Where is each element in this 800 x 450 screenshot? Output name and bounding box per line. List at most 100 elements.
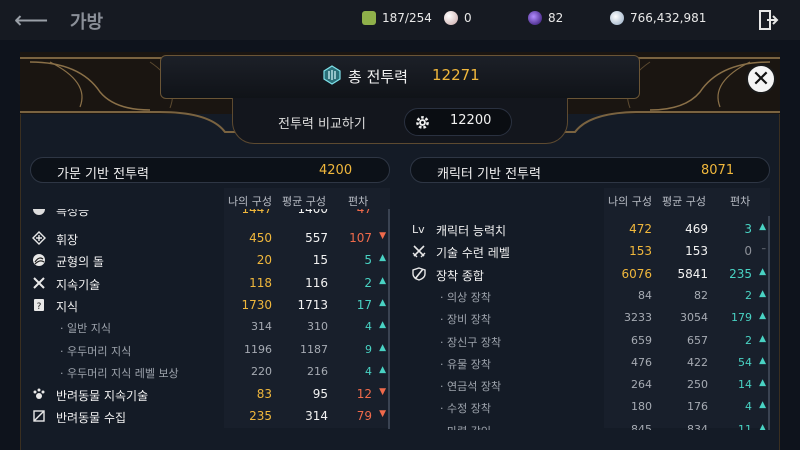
row-diff: 5 (364, 253, 372, 268)
row-my: 659 (631, 333, 652, 347)
row-my: 476 (631, 355, 652, 369)
pet-collection-icon (33, 410, 45, 423)
row-avg: 15 (312, 253, 328, 268)
row-my: 450 (249, 231, 272, 245)
table-row: Lv 캐릭터 능력치 472 469 3 ▲ (410, 218, 770, 240)
row-my: 180 (631, 400, 652, 414)
row-name: 지속기술 (56, 277, 101, 292)
row-my: 84 (638, 288, 652, 302)
row-diff: 47 (356, 209, 372, 216)
gear-icon[interactable] (414, 114, 431, 131)
crossed-swords-icon (412, 245, 426, 258)
row-my: 1730 (241, 297, 272, 312)
table-row: 휘장 450 557 107 ▼ (30, 227, 390, 249)
table-row: · 유물 장착 476 422 54 ▲ (410, 352, 770, 374)
row-avg: 116 (305, 275, 328, 290)
table-row: · 의상 장착 84 82 2 ▲ (410, 285, 770, 307)
table-row: ? 지식 1730 1713 17 ▲ (30, 294, 390, 316)
page-title: 가방 (70, 12, 104, 33)
row-diff: 17 (356, 297, 372, 312)
back-arrow-icon[interactable]: ⟵ (14, 6, 48, 34)
row-diff: 12 (356, 387, 372, 402)
row-my: 20 (256, 253, 272, 268)
row-avg: 176 (687, 400, 708, 414)
row-name: 반려동물 수집 (56, 411, 127, 426)
spirit-stone-icon (33, 254, 45, 267)
row-name: 장착 종합 (436, 268, 484, 283)
right-table[interactable]: Lv 캐릭터 능력치 472 469 3 ▲ 기술 수련 레벨 153 153 0– 장착 종합 60… (410, 216, 770, 430)
paw-icon (33, 388, 45, 400)
exit-door-icon[interactable] (757, 9, 779, 31)
row-diff: 235 (729, 266, 752, 281)
table-row: · 연금석 장착 264 250 14 ▲ (410, 374, 770, 396)
lv-icon: Lv (412, 223, 425, 236)
total-power-value: 12271 (432, 66, 480, 84)
currency-pearl[interactable]: 0 (444, 11, 472, 25)
arrow-up-icon: ▲ (759, 422, 766, 430)
right-scrollbar[interactable] (768, 216, 770, 430)
dash-icon: – (761, 244, 767, 255)
compare-value: 12200 (450, 113, 492, 128)
currency-energy-value: 187/254 (382, 11, 432, 25)
row-name: · 유물 장착 (440, 357, 491, 371)
sword-shield-icon (412, 266, 426, 281)
close-button[interactable]: ✕ (746, 64, 776, 94)
row-avg: 310 (307, 320, 328, 334)
pearl-icon (444, 11, 458, 25)
table-row: · 장비 장착 3233 3054 179 ▲ (410, 307, 770, 329)
currency-gem[interactable]: 82 (528, 11, 563, 25)
partial-top-icon (33, 209, 45, 215)
row-name: · 우두머리 지식 (60, 344, 132, 358)
total-power-label: 총 전투력 (348, 68, 408, 86)
row-avg: 1713 (297, 297, 328, 312)
row-my: 6076 (621, 266, 652, 281)
right-col-diff: 편차 (730, 195, 751, 208)
energy-icon (362, 11, 376, 25)
character-power-value: 8071 (701, 163, 735, 178)
row-name: · 연금석 장착 (440, 380, 502, 394)
left-col-diff: 편차 (348, 195, 369, 208)
arrow-up-icon: ▲ (759, 222, 766, 232)
family-power-title: 가문 기반 전투력 (57, 167, 149, 182)
row-diff: 4 (365, 364, 372, 378)
left-table[interactable]: 특성능 1447 1400 47 휘장 450 557 107 ▼ 균형의 돌 20 15 5 ▲… (30, 209, 390, 429)
skill-tools-icon (33, 276, 45, 289)
row-avg: 834 (687, 422, 708, 430)
row-diff: 0 (744, 244, 752, 259)
top-bar: ⟵ 가방 187/254 0 82 766,432,981 (0, 0, 800, 40)
combat-power-icon (323, 65, 341, 85)
gem-icon (528, 11, 542, 25)
table-row: · 우두머리 지식 1196 1187 9 ▲ (30, 339, 390, 361)
compare-label: 전투력 비교하기 (278, 117, 366, 132)
row-diff: 4 (745, 400, 752, 414)
knowledge-icon: ? (34, 298, 44, 312)
row-diff: 79 (356, 409, 372, 424)
arrow-up-icon: ▲ (759, 355, 766, 366)
left-col-avg: 평균 구성 (282, 195, 326, 208)
currency-silver[interactable]: 766,432,981 (610, 11, 706, 25)
row-avg: 657 (687, 333, 708, 347)
row-diff: 9 (365, 342, 372, 356)
left-scrollbar[interactable] (388, 209, 390, 429)
currency-energy[interactable]: 187/254 (362, 11, 432, 25)
row-diff: 2 (745, 288, 752, 302)
arrow-up-icon: ▲ (759, 266, 766, 277)
row-diff: 11 (738, 422, 752, 430)
crest-icon (32, 231, 46, 245)
row-my: 235 (249, 409, 272, 424)
row-name: · 장비 장착 (440, 313, 491, 327)
row-my: 845 (631, 422, 652, 430)
family-power-header: 가문 기반 전투력 4200 (30, 157, 390, 183)
row-diff: 4 (365, 320, 372, 334)
arrow-up-icon: ▲ (759, 311, 766, 322)
table-row: · 우두머리 지식 레벨 보상 220 216 4 ▲ (30, 361, 390, 383)
arrow-up-icon: ▲ (759, 333, 766, 344)
row-avg: 557 (305, 231, 328, 245)
row-name: · 장신구 장착 (440, 335, 502, 349)
arrow-up-icon: ▲ (379, 364, 386, 375)
table-row: · 장신구 장착 659 657 2 ▲ (410, 330, 770, 352)
row-avg: 82 (694, 288, 708, 302)
row-diff: 14 (738, 378, 752, 392)
svg-text:?: ? (37, 302, 42, 312)
row-name: 기술 수련 레벨 (436, 246, 510, 261)
